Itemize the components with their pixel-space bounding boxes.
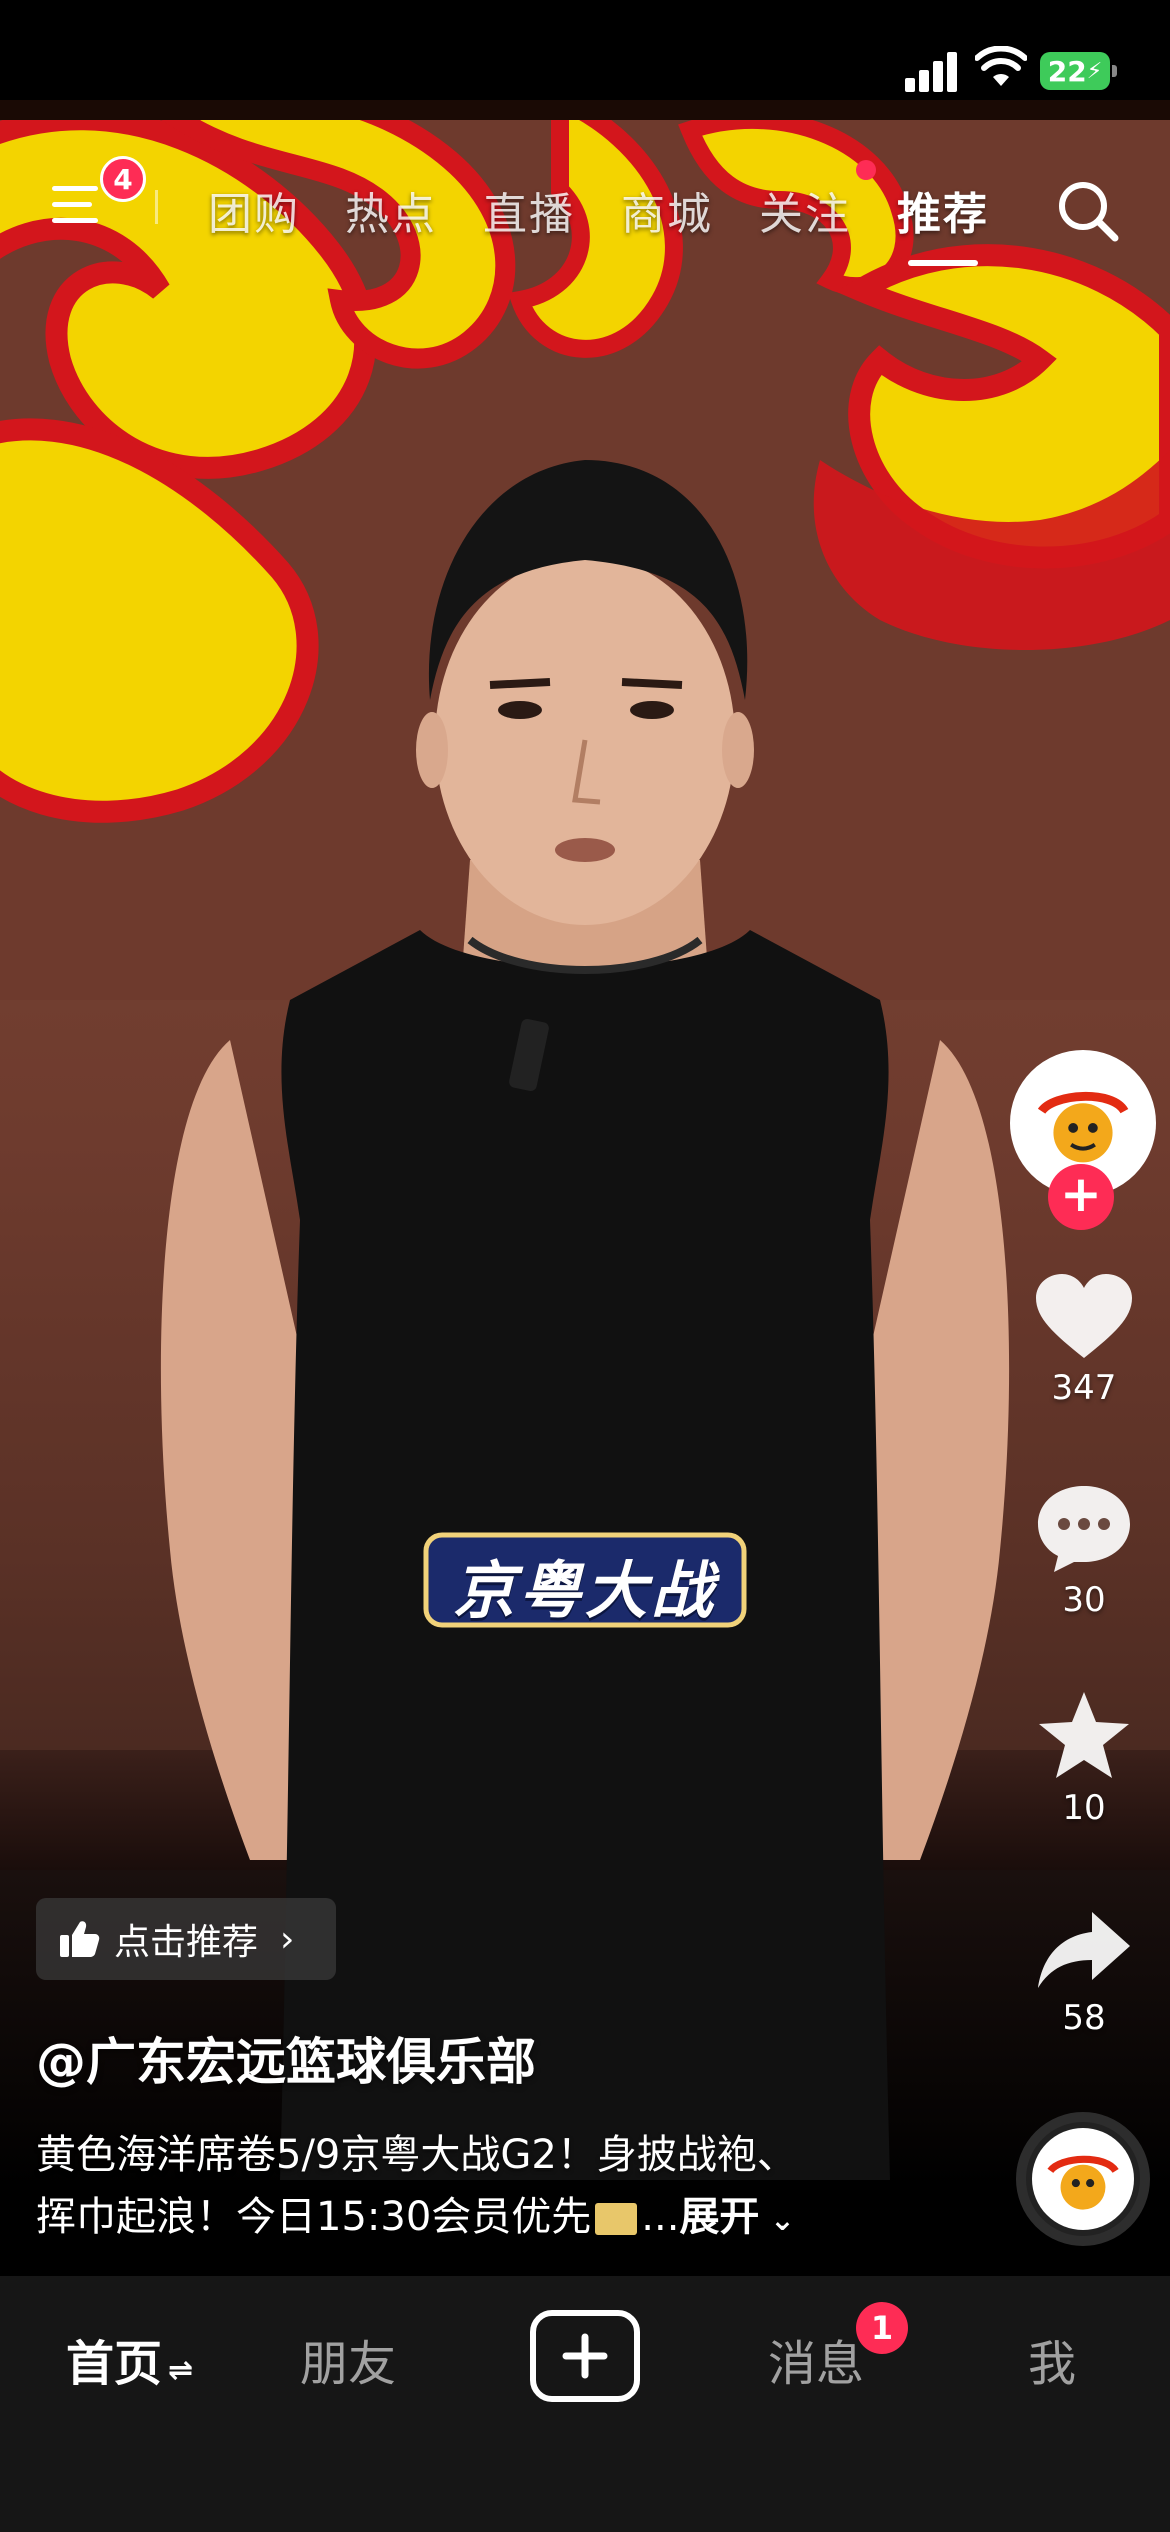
player-figure	[160, 460, 1010, 2180]
ticket-icon	[595, 2203, 638, 2235]
create-post-button[interactable]	[530, 2310, 640, 2402]
comment-button[interactable]: 30	[1020, 1482, 1148, 1620]
bottom-nav: 首页 ⇌ 朋友 消息 1 我	[0, 2276, 1170, 2532]
nav-messages[interactable]: 消息	[768, 2324, 864, 2394]
chevron-right-icon: ›	[280, 1918, 295, 1960]
tab-following[interactable]: 关注	[759, 178, 851, 242]
share-arrow-icon	[1038, 1912, 1130, 1988]
favorite-count: 10	[1062, 1788, 1106, 1828]
like-count: 347	[1051, 1368, 1117, 1408]
expand-button[interactable]: 展开 ⌄	[679, 2194, 795, 2240]
comment-count: 30	[1062, 1580, 1106, 1620]
wifi-icon	[975, 46, 1027, 86]
recommend-chip[interactable]: 点击推荐 ›	[36, 1898, 336, 1980]
swap-icon: ⇌	[168, 2353, 194, 2388]
top-nav: 4 团购 热点 直播 商城 关注 推荐	[0, 156, 1170, 266]
like-button[interactable]: 347	[1020, 1272, 1148, 1408]
battery-level: 22	[1047, 54, 1087, 88]
tab-group-buy[interactable]: 团购	[208, 178, 300, 242]
recommend-label: 点击推荐	[114, 1922, 259, 1963]
nav-friends[interactable]: 朋友	[300, 2324, 396, 2394]
music-disc[interactable]	[1016, 2112, 1150, 2246]
active-tab-underline	[908, 260, 978, 266]
battery-indicator: 22 ⚡	[1040, 52, 1117, 90]
nav-home[interactable]: 首页 ⇌	[66, 2324, 193, 2394]
tab-live[interactable]: 直播	[483, 178, 575, 242]
nav-home-label: 首页	[66, 2336, 163, 2392]
menu-button[interactable]	[52, 180, 108, 228]
status-bar: 22 ⚡	[0, 0, 1170, 100]
menu-badge: 4	[100, 156, 146, 202]
following-dot	[856, 160, 876, 180]
team-logo-icon	[1047, 2155, 1119, 2210]
author-name[interactable]: @广东宏远篮球俱乐部	[36, 2022, 536, 2094]
tab-mall[interactable]: 商城	[621, 178, 713, 242]
plus-icon	[562, 2333, 608, 2379]
description-line-2: 挥巾起浪！今日15:30会员优先	[36, 2194, 592, 2240]
music-disc-cover	[1032, 2128, 1134, 2230]
thumbs-up-icon	[60, 1921, 100, 1957]
overlay-title-text: 京粤大战	[452, 1554, 717, 1627]
comment-icon	[1038, 1486, 1130, 1572]
chevron-down-icon: ⌄	[759, 2203, 796, 2238]
share-button[interactable]: 58	[1020, 1908, 1148, 2038]
search-icon[interactable]	[1055, 178, 1121, 244]
favorite-button[interactable]: 10	[1020, 1688, 1148, 1828]
heart-icon	[1036, 1274, 1132, 1358]
description-line-1: 黄色海洋席卷5/9京粤大战G2！身披战袍、	[36, 2132, 797, 2178]
follow-button[interactable]: +	[1048, 1164, 1114, 1230]
description-ellipsis: ...	[641, 2194, 680, 2240]
expand-label: 展开	[679, 2194, 760, 2240]
star-icon	[1039, 1692, 1129, 1778]
share-count: 58	[1062, 1998, 1106, 2038]
tab-recommended[interactable]: 推荐	[897, 178, 989, 242]
cellular-signal-icon	[905, 48, 961, 92]
nav-divider	[155, 190, 158, 224]
nav-me[interactable]: 我	[1028, 2324, 1076, 2394]
video-description[interactable]: 黄色海洋席卷5/9京粤大战G2！身披战袍、 挥巾起浪！今日15:30会员优先..…	[36, 2124, 976, 2252]
video-player[interactable]: 京粤大战	[0, 100, 1170, 2180]
tab-trending[interactable]: 热点	[345, 178, 437, 242]
messages-badge: 1	[856, 2302, 908, 2354]
